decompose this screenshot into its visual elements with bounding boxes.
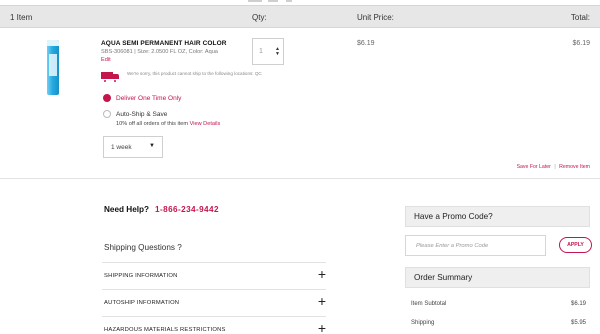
quantity-stepper[interactable]: 1 ▲ ▼ xyxy=(252,38,284,65)
plus-icon[interactable]: + xyxy=(318,294,326,308)
need-help-label: Need Help? xyxy=(104,205,150,214)
total-column-header: Total: xyxy=(570,13,590,22)
order-summary-header: Order Summary xyxy=(405,267,590,288)
autoship-discount-note: 10% off all orders of this item View Det… xyxy=(116,121,220,127)
autoship-discount-text: 10% off all orders of this item xyxy=(116,121,189,127)
spinner-arrows-icon[interactable]: ▲ ▼ xyxy=(275,47,280,57)
autoship-radio[interactable] xyxy=(103,110,111,118)
top-edge-mark xyxy=(286,0,292,2)
product-cap xyxy=(47,40,59,46)
summary-row-subtotal: Item Subtotal $6.19 xyxy=(411,301,586,307)
summary-label: Item Subtotal xyxy=(411,301,447,307)
promo-code-input[interactable] xyxy=(405,235,546,256)
accordion-label: SHIPPING INFORMATION xyxy=(104,273,178,279)
shipping-questions-heading: Shipping Questions ? xyxy=(104,243,182,252)
accordion-label: AUTOSHIP INFORMATION xyxy=(104,300,180,306)
autoship-frequency-select[interactable]: 1 week ▼ xyxy=(103,136,163,158)
shipping-restriction-text: We're sorry, this product cannot ship to… xyxy=(127,71,262,76)
section-divider xyxy=(0,178,600,179)
edit-link[interactable]: Edit xyxy=(101,57,111,63)
top-edge-mark xyxy=(268,0,278,2)
summary-row-shipping: Shipping $5.95 xyxy=(411,320,586,326)
summary-label: Shipping xyxy=(411,320,435,326)
summary-value: $6.19 xyxy=(570,301,586,307)
qty-column-header: Qty: xyxy=(252,13,267,22)
accordion-autoship-information[interactable]: AUTOSHIP INFORMATION + xyxy=(102,289,326,316)
remove-item-link[interactable]: Remove Item xyxy=(559,164,590,170)
quantity-value: 1 xyxy=(259,48,263,55)
shipping-restriction-note: We're sorry, this product cannot ship to… xyxy=(101,70,271,86)
top-edge xyxy=(0,0,600,3)
line-total: $6.19 xyxy=(572,40,590,47)
top-edge-mark xyxy=(248,0,262,2)
help-phone-link[interactable]: 1-866-234-9442 xyxy=(155,205,219,214)
need-help: Need Help? 1-866-234-9442 xyxy=(104,205,219,214)
order-summary-title: Order Summary xyxy=(414,273,473,282)
promo-code-header: Have a Promo Code? xyxy=(405,206,590,227)
truck-icon xyxy=(101,72,119,83)
apply-promo-button[interactable]: APPLY xyxy=(559,237,592,253)
plus-icon[interactable]: + xyxy=(318,267,326,281)
product-sku: SBS-306081 | Size: 2.0500 FL OZ, Color: … xyxy=(101,49,218,55)
unit-price: $6.19 xyxy=(357,40,375,47)
item-actions: Save For Later | Remove Item xyxy=(517,164,590,170)
product-image[interactable] xyxy=(44,40,62,95)
frequency-value: 1 week xyxy=(111,144,132,151)
accordion-hazardous-materials[interactable]: HAZARDOUS MATERIALS RESTRICTIONS + xyxy=(102,316,326,334)
summary-value: $5.95 xyxy=(570,320,586,326)
link-separator: | xyxy=(554,164,556,170)
caret-down-icon: ▼ xyxy=(149,143,155,149)
save-for-later-link[interactable]: Save For Later xyxy=(517,164,551,170)
product-label xyxy=(49,54,57,76)
unit-price-column-header: Unit Price: xyxy=(357,13,394,22)
accordion-shipping-information[interactable]: SHIPPING INFORMATION + xyxy=(102,262,326,289)
plus-icon[interactable]: + xyxy=(318,321,326,334)
cart-header: 1 Item Qty: Unit Price: Total: xyxy=(0,5,600,28)
promo-code-title: Have a Promo Code? xyxy=(414,212,493,221)
deliver-once-label[interactable]: Deliver One Time Only xyxy=(116,95,181,102)
autoship-label[interactable]: Auto-Ship & Save xyxy=(116,111,167,118)
accordion-label: HAZARDOUS MATERIALS RESTRICTIONS xyxy=(104,327,226,333)
item-count: 1 Item xyxy=(10,13,33,22)
product-name[interactable]: AQUA SEMI PERMANENT HAIR COLOR xyxy=(101,40,227,47)
deliver-once-radio[interactable] xyxy=(103,94,111,102)
view-details-link[interactable]: View Details xyxy=(190,121,221,127)
